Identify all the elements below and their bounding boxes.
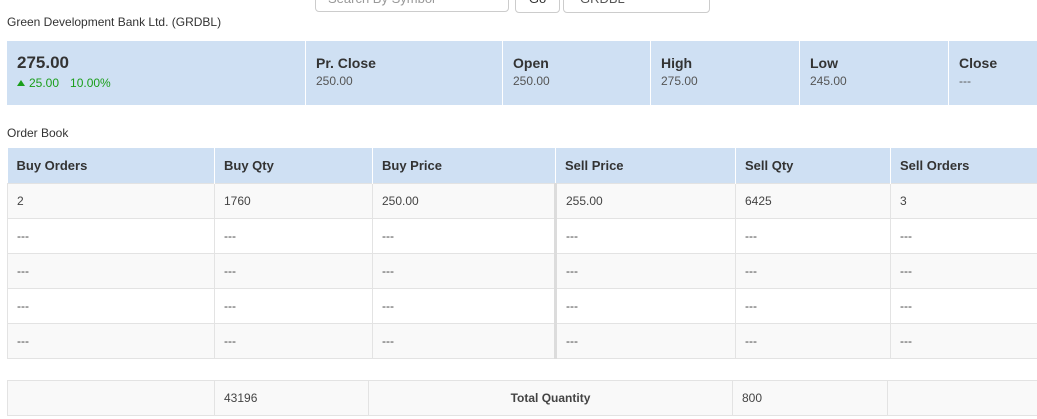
stat-label: High	[661, 55, 693, 71]
cell: ---	[890, 218, 1037, 254]
stat-low: Low 245.00	[800, 41, 949, 105]
total-sell-qty: 800	[732, 380, 888, 416]
table-header: Buy Orders Buy Qty Buy Price Sell Price …	[7, 148, 1037, 184]
cell: ---	[7, 323, 215, 359]
cell: ---	[372, 323, 556, 359]
stat-label: Open	[513, 55, 549, 71]
change-value: 25.00	[29, 76, 60, 90]
cell: ---	[214, 323, 373, 359]
table-row: --- --- --- --- --- ---	[7, 288, 1037, 324]
cell: 2	[7, 183, 215, 219]
total-quantity-label: Total Quantity	[368, 380, 733, 416]
cell: ---	[554, 288, 736, 324]
col-sell-orders: Sell Orders	[890, 148, 1037, 184]
stat-value: 250.00	[316, 74, 353, 88]
cell: 250.00	[372, 183, 556, 219]
stat-value: ---	[959, 74, 971, 88]
cell: ---	[7, 288, 215, 324]
stat-prev-close: Pr. Close 250.00	[306, 41, 503, 105]
col-sell-price: Sell Price	[555, 148, 736, 184]
cell: ---	[7, 253, 215, 289]
order-book-table: Buy Orders Buy Qty Buy Price Sell Price …	[7, 148, 1037, 359]
cell: ---	[735, 218, 891, 254]
stat-value: 275.00	[661, 74, 698, 88]
table-row: --- --- --- --- --- ---	[7, 323, 1037, 359]
stat-open: Open 250.00	[503, 41, 651, 105]
col-buy-orders: Buy Orders	[7, 148, 215, 184]
col-buy-qty: Buy Qty	[214, 148, 373, 184]
cell: ---	[214, 288, 373, 324]
cell: ---	[554, 218, 736, 254]
stat-label: Low	[810, 55, 838, 71]
cell: ---	[735, 323, 891, 359]
ltp-cell: 275.00 25.00 10.00%	[7, 41, 306, 105]
cell: 255.00	[554, 183, 736, 219]
stat-label: Close	[959, 55, 998, 71]
col-sell-qty: Sell Qty	[735, 148, 891, 184]
empty-cell	[7, 380, 215, 416]
stat-value: 250.00	[513, 74, 550, 88]
table-row: --- --- --- --- --- ---	[7, 253, 1037, 289]
arrow-up-icon	[17, 80, 25, 86]
cell: ---	[735, 288, 891, 324]
company-name: Green Development Bank Ltd. (GRDBL)	[7, 15, 222, 29]
stat-high: High 275.00	[651, 41, 800, 105]
cell: 3	[890, 183, 1037, 219]
cell: ---	[735, 253, 891, 289]
total-buy-qty: 43196	[214, 380, 369, 416]
table-row: 2 1760 250.00 255.00 6425 3	[7, 183, 1037, 219]
cell: 6425	[735, 183, 891, 219]
stat-label: Pr. Close	[316, 55, 376, 71]
cell: ---	[554, 253, 736, 289]
table-row: --- --- --- --- --- ---	[7, 218, 1037, 254]
change-percent: 10.00%	[70, 76, 111, 90]
order-book-title: Order Book	[7, 126, 69, 140]
cell: ---	[7, 218, 215, 254]
cell: ---	[890, 253, 1037, 289]
cell: ---	[890, 323, 1037, 359]
go-button[interactable]: Go	[515, 0, 560, 13]
price-change: 25.00 10.00%	[17, 76, 295, 90]
cell: ---	[372, 253, 556, 289]
cell: 1760	[214, 183, 373, 219]
cell: ---	[214, 218, 373, 254]
search-input[interactable]	[315, 0, 509, 12]
cell: ---	[372, 218, 556, 254]
cell: ---	[554, 323, 736, 359]
col-buy-price: Buy Price	[372, 148, 556, 184]
stat-value: 245.00	[810, 74, 847, 88]
stat-close: Close ---	[949, 41, 1037, 105]
totals-table: 43196 Total Quantity 800	[7, 380, 1037, 416]
cell: ---	[372, 288, 556, 324]
cell: ---	[214, 253, 373, 289]
totals-row: 43196 Total Quantity 800	[7, 380, 1037, 416]
symbol-select[interactable]: GRDBL	[563, 0, 710, 13]
empty-cell	[887, 380, 1037, 416]
price-summary: 275.00 25.00 10.00% Pr. Close 250.00 Ope…	[7, 41, 1037, 105]
last-traded-price: 275.00	[17, 53, 69, 72]
cell: ---	[890, 288, 1037, 324]
